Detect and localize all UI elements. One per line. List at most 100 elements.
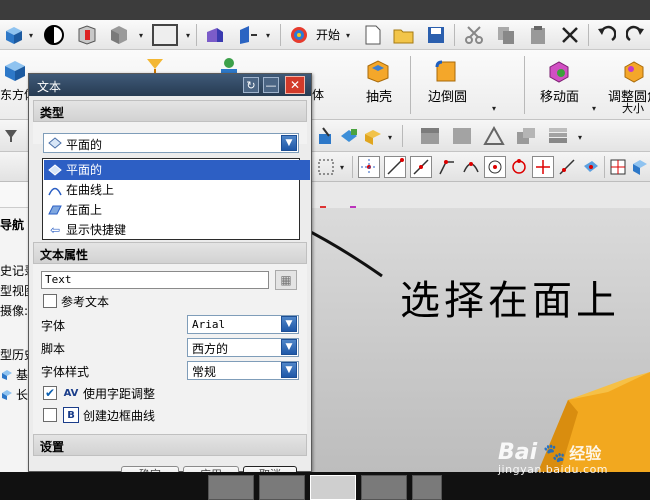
layer-visible-icon[interactable] bbox=[450, 126, 474, 146]
type-section-header[interactable]: 类型 ︿ bbox=[33, 100, 307, 122]
chevron-down-icon[interactable]: ▾ bbox=[578, 133, 582, 142]
selection-filter-icon[interactable] bbox=[2, 126, 20, 146]
edge-blend-icon[interactable] bbox=[432, 58, 460, 84]
chevron-down-icon[interactable]: ▾ bbox=[388, 133, 392, 142]
option-on-face[interactable]: 在面上 bbox=[44, 200, 310, 220]
intersection-icon[interactable] bbox=[460, 156, 482, 178]
chevron-up-icon[interactable]: ︿ bbox=[40, 104, 300, 121]
chevron-down-icon[interactable]: ▾ bbox=[139, 31, 143, 40]
paint-brush-icon[interactable] bbox=[314, 126, 336, 146]
settings-section-header[interactable]: 设置 ﹀ bbox=[33, 434, 307, 456]
chevron-down-icon[interactable]: ▾ bbox=[340, 163, 344, 172]
thumbnail[interactable] bbox=[412, 475, 442, 500]
triangle-icon[interactable] bbox=[482, 126, 506, 146]
thumbnail[interactable] bbox=[208, 475, 254, 500]
watermark-brand2: 经验 bbox=[569, 444, 602, 463]
cube-view-icon[interactable] bbox=[2, 24, 26, 46]
option-planar[interactable]: 平面的 bbox=[44, 160, 310, 180]
redo-icon[interactable] bbox=[624, 24, 648, 46]
start-icon[interactable] bbox=[288, 24, 310, 46]
navigator-title[interactable]: 导航 bbox=[0, 216, 24, 233]
snap-point-icon[interactable] bbox=[358, 156, 380, 178]
chevron-down-icon[interactable]: ▾ bbox=[346, 31, 350, 40]
script-combo[interactable]: 西方的 ▼ bbox=[187, 338, 299, 357]
dialog-title-bar[interactable]: 文本 ↻ — ✕ bbox=[29, 74, 311, 96]
panel-item[interactable]: 长 bbox=[16, 386, 28, 403]
start-menu-label[interactable]: 开始 bbox=[316, 26, 340, 43]
shaded-edges-icon[interactable] bbox=[74, 24, 98, 46]
block-icon[interactable] bbox=[2, 58, 28, 84]
shell-icon[interactable] bbox=[364, 58, 392, 84]
existing-point-icon[interactable] bbox=[532, 156, 554, 178]
save-icon[interactable] bbox=[424, 24, 448, 46]
view-orientation-icon[interactable] bbox=[236, 24, 260, 46]
grid-icon[interactable] bbox=[608, 156, 628, 178]
edit-object-icon[interactable] bbox=[338, 126, 360, 146]
border-curve-checkbox[interactable] bbox=[43, 408, 57, 422]
text-options-icon[interactable]: ▦ bbox=[275, 270, 297, 290]
font-combo[interactable]: Arial ▼ bbox=[187, 315, 299, 334]
thumbnail-active[interactable] bbox=[310, 475, 356, 500]
endpoint-icon[interactable] bbox=[384, 156, 406, 178]
ref-text-checkbox[interactable] bbox=[43, 294, 57, 308]
move-face-icon[interactable] bbox=[545, 58, 573, 84]
resize-blend-sublabel: 大小 bbox=[622, 102, 644, 115]
shaded-icon[interactable] bbox=[106, 24, 130, 46]
move-face-label[interactable]: 移动面 bbox=[540, 86, 579, 105]
type-combo[interactable]: 平面的 ▼ bbox=[43, 133, 299, 153]
paste-icon[interactable] bbox=[526, 24, 550, 46]
option-show-shortcuts[interactable]: ⇦ 显示快捷键 bbox=[44, 220, 310, 240]
point-on-face-icon[interactable] bbox=[580, 156, 602, 178]
orient-view-icon[interactable] bbox=[202, 24, 226, 46]
new-file-icon[interactable] bbox=[362, 24, 384, 46]
chevron-down-icon[interactable]: ▼ bbox=[281, 362, 297, 378]
minimize-icon[interactable]: — bbox=[263, 77, 279, 93]
delete-icon[interactable] bbox=[558, 24, 582, 46]
chevron-down-icon[interactable]: ▾ bbox=[492, 104, 496, 113]
background-color-icon[interactable] bbox=[152, 24, 178, 46]
arc-center-icon[interactable] bbox=[484, 156, 506, 178]
reset-icon[interactable]: ↻ bbox=[243, 77, 259, 93]
feature-icon bbox=[0, 368, 14, 382]
chevron-down-icon[interactable]: ▾ bbox=[592, 104, 596, 113]
layer-stack-icon[interactable] bbox=[546, 126, 570, 146]
text-input[interactable]: Text bbox=[41, 271, 269, 289]
selection-box-icon[interactable] bbox=[316, 157, 336, 177]
kerning-checkbox[interactable]: ✔ bbox=[43, 386, 57, 400]
type-dropdown-list: 平面的 在曲线上 在面上 ⇦ 显示快捷键 bbox=[42, 158, 310, 240]
close-icon[interactable]: ✕ bbox=[285, 76, 305, 94]
panel-item[interactable]: 摄像: bbox=[0, 302, 28, 319]
chevron-down-icon[interactable]: ▾ bbox=[266, 31, 270, 40]
control-point-icon[interactable] bbox=[436, 156, 458, 178]
chevron-down-icon[interactable]: ▾ bbox=[186, 31, 190, 40]
midpoint-icon[interactable] bbox=[410, 156, 432, 178]
quadrant-icon[interactable] bbox=[508, 156, 530, 178]
point-on-curve-icon[interactable] bbox=[556, 156, 578, 178]
shell-label[interactable]: 抽壳 bbox=[366, 86, 392, 105]
copy-icon[interactable] bbox=[494, 24, 518, 46]
thumbnail[interactable] bbox=[361, 475, 407, 500]
ribbon-label-body[interactable]: 体 bbox=[312, 86, 324, 103]
object-display-icon[interactable] bbox=[362, 126, 386, 146]
open-folder-icon[interactable] bbox=[392, 24, 416, 46]
chevron-down-icon[interactable]: ▼ bbox=[281, 135, 297, 151]
font-style-combo[interactable]: 常规 ▼ bbox=[187, 361, 299, 380]
chevron-down-icon[interactable]: ﹀ bbox=[40, 438, 300, 455]
text-props-section-header[interactable]: 文本属性 ︿ bbox=[33, 242, 307, 264]
option-on-curve[interactable]: 在曲线上 bbox=[44, 180, 310, 200]
orient-cube-icon[interactable] bbox=[630, 156, 650, 178]
resize-blend-icon[interactable] bbox=[620, 58, 648, 84]
edge-blend-label[interactable]: 边倒圆 bbox=[428, 86, 467, 105]
undo-icon[interactable] bbox=[594, 24, 618, 46]
render-style-icon[interactable] bbox=[42, 24, 66, 46]
chevron-up-icon[interactable]: ︿ bbox=[40, 246, 300, 263]
move-layer-icon[interactable] bbox=[514, 126, 538, 146]
chevron-down-icon[interactable]: ▼ bbox=[281, 316, 297, 332]
layer-settings-icon[interactable] bbox=[418, 126, 442, 146]
chevron-down-icon[interactable]: ▼ bbox=[281, 339, 297, 355]
thumbnail[interactable] bbox=[259, 475, 305, 500]
nx-window: ▾ ▾ ▾ ▾ 开始 ▾ 东方体 体 抽壳 边倒圆 ▾ 移动面 ▾ 调整圆 大小… bbox=[0, 0, 650, 500]
panel-item[interactable]: 基 bbox=[16, 366, 28, 383]
cut-icon[interactable] bbox=[462, 24, 486, 46]
chevron-down-icon[interactable]: ▾ bbox=[29, 31, 33, 40]
